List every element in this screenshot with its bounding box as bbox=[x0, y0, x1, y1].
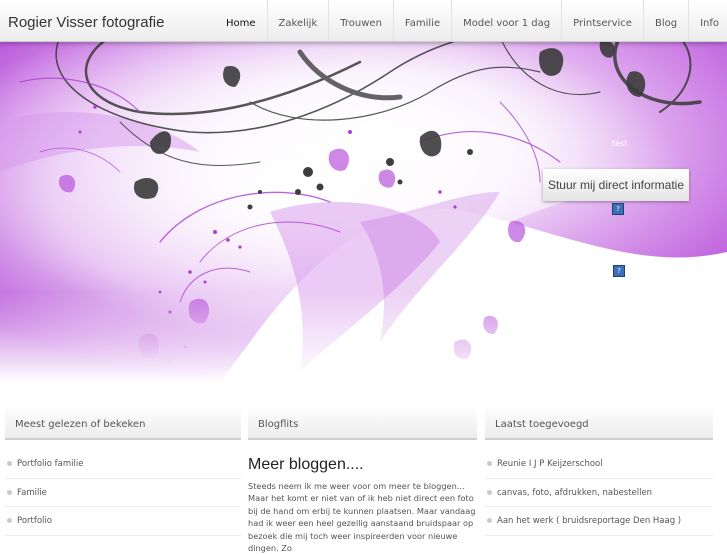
list-item[interactable]: Aan het werk ( bruidsreportage Den Haag … bbox=[485, 507, 713, 536]
list-item-label: Portfolio familie bbox=[17, 459, 84, 469]
popular-heading: Meest gelezen of bekeken bbox=[5, 408, 241, 440]
nav-zakelijk[interactable]: Zakelijk bbox=[266, 0, 329, 41]
list-item[interactable]: Familie bbox=[5, 479, 241, 507]
recent-column: Laatst toegevoegd Reunie I J P Keijzersc… bbox=[485, 408, 713, 536]
list-item-label: Reunie I J P Keijzerschool bbox=[497, 459, 603, 469]
list-item-label: canvas, foto, afdrukken, nabestellen bbox=[497, 487, 653, 498]
bullet-icon bbox=[487, 489, 492, 495]
list-item[interactable]: Reunie I J P Keijzerschool bbox=[485, 450, 713, 479]
top-bar: Rogier Visser fotografie Home Zakelijk T… bbox=[0, 0, 727, 42]
bullet-icon bbox=[487, 461, 492, 466]
list-item-label: Aan het werk ( bruidsreportage Den Haag … bbox=[497, 516, 682, 526]
nav-home[interactable]: Home bbox=[215, 0, 267, 41]
nav-info[interactable]: Info bbox=[688, 0, 727, 41]
blog-column: Blogflits Meer bloggen.... Steeds neem i… bbox=[248, 408, 477, 554]
bullet-icon bbox=[7, 489, 12, 495]
list-item[interactable]: canvas, foto, afdrukken, nabestellen bbox=[485, 479, 713, 507]
hero-text: test bbox=[612, 139, 628, 148]
list-item-label: Familie bbox=[17, 487, 47, 498]
site-title[interactable]: Rogier Visser fotografie bbox=[8, 14, 164, 31]
nav-trouwen[interactable]: Trouwen bbox=[328, 0, 393, 41]
bullet-icon bbox=[7, 461, 12, 466]
nav-model-voor-1-dag[interactable]: Model voor 1 dag bbox=[451, 0, 561, 41]
list-item[interactable]: Portfolio bbox=[5, 507, 241, 536]
nav-familie[interactable]: Familie bbox=[392, 0, 451, 41]
popular-column: Meest gelezen of bekeken Portfolio famil… bbox=[5, 408, 241, 536]
recent-heading: Laatst toegevoegd bbox=[485, 408, 713, 440]
help-icon[interactable]: ? bbox=[613, 265, 625, 277]
main-nav: Home Zakelijk Trouwen Familie Model voor… bbox=[215, 0, 727, 41]
list-item-label: Portfolio bbox=[17, 516, 52, 526]
nav-printservice[interactable]: Printservice bbox=[561, 0, 643, 41]
bullet-icon bbox=[7, 518, 12, 523]
blog-post-text: Steeds neem ik me weer voor om meer te b… bbox=[248, 481, 476, 554]
blog-heading: Blogflits bbox=[248, 408, 477, 440]
list-item[interactable]: Portfolio familie bbox=[5, 450, 241, 479]
nav-blog[interactable]: Blog bbox=[642, 0, 688, 41]
help-icon[interactable]: ? bbox=[612, 203, 624, 215]
contact-info-button[interactable]: Stuur mij direct informatie bbox=[543, 169, 689, 201]
hero-banner: test Stuur mij direct informatie ? ? bbox=[0, 35, 727, 382]
recent-list: Reunie I J P Keijzerschool canvas, foto,… bbox=[485, 450, 713, 536]
popular-list: Portfolio familie Familie Portfolio bbox=[5, 450, 241, 536]
blog-post-title[interactable]: Meer bloggen.... bbox=[248, 456, 477, 474]
bullet-icon bbox=[487, 518, 492, 523]
